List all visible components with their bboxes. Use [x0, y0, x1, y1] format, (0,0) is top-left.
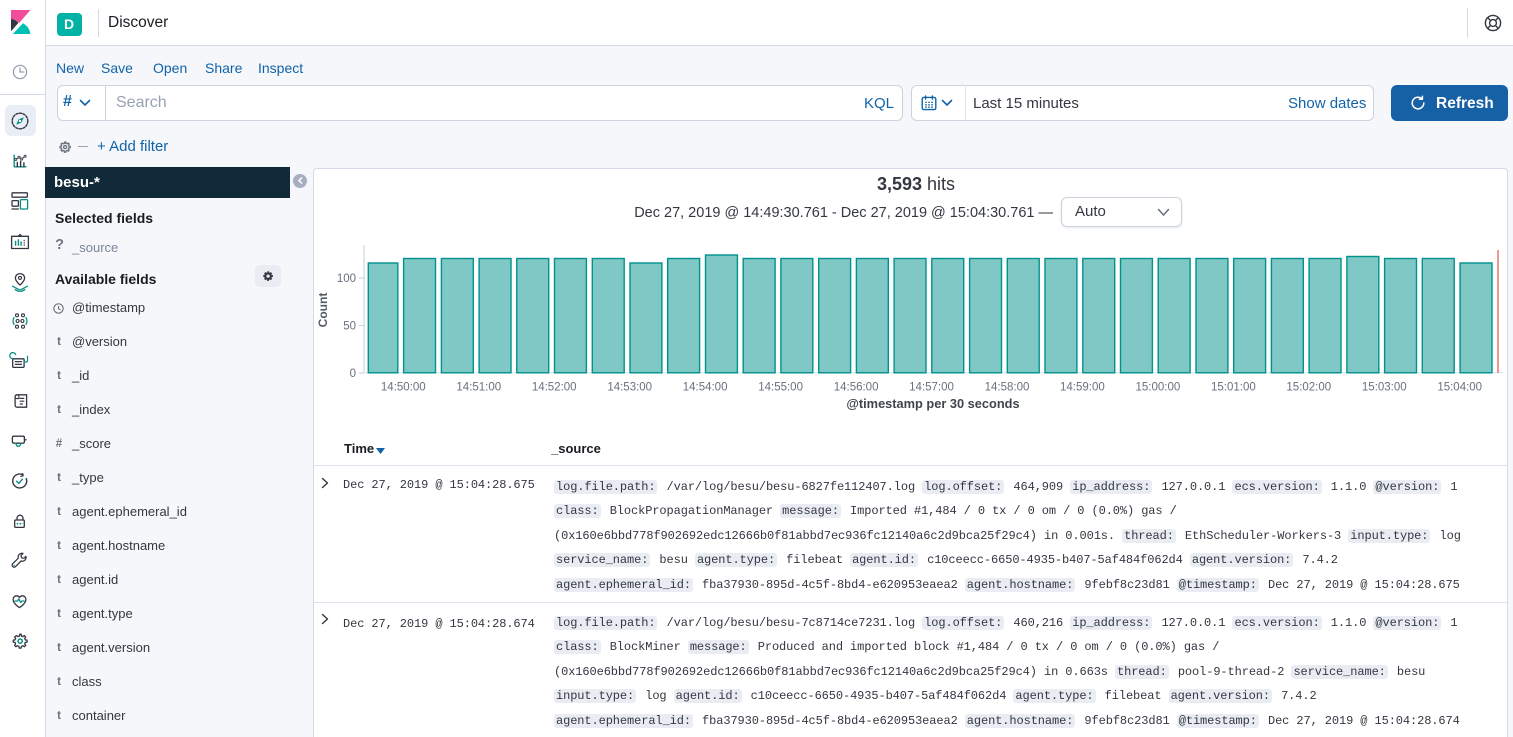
svg-text:15:00:00: 15:00:00	[1136, 382, 1181, 394]
svg-text:15:04:00: 15:04:00	[1437, 382, 1482, 394]
svg-text:14:56:00: 14:56:00	[834, 382, 879, 394]
svg-text:14:58:00: 14:58:00	[985, 382, 1030, 394]
svg-text:15:01:00: 15:01:00	[1211, 382, 1256, 394]
svg-text:14:54:00: 14:54:00	[683, 382, 728, 394]
svg-text:14:50:00: 14:50:00	[381, 382, 426, 394]
svg-text:@timestamp per 30 seconds: @timestamp per 30 seconds	[846, 396, 1019, 411]
svg-text:14:51:00: 14:51:00	[456, 382, 501, 394]
svg-text:14:52:00: 14:52:00	[532, 382, 577, 394]
svg-text:15:03:00: 15:03:00	[1362, 382, 1407, 394]
svg-text:15:02:00: 15:02:00	[1286, 382, 1331, 394]
svg-text:14:53:00: 14:53:00	[607, 382, 652, 394]
svg-text:50: 50	[343, 321, 356, 333]
svg-text:100: 100	[337, 273, 356, 285]
svg-text:14:59:00: 14:59:00	[1060, 382, 1105, 394]
svg-text:14:55:00: 14:55:00	[758, 382, 803, 394]
svg-text:Count: Count	[316, 293, 330, 328]
svg-text:0: 0	[350, 368, 356, 380]
svg-text:14:57:00: 14:57:00	[909, 382, 954, 394]
